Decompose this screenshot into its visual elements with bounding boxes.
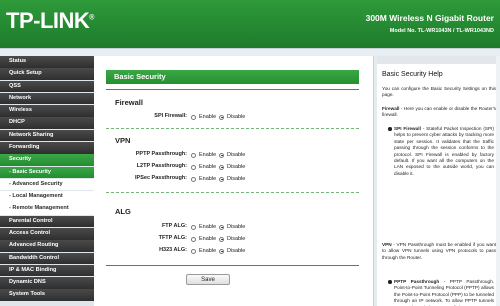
sidebar-item-status[interactable]: Status (0, 56, 94, 68)
ipsec-disable-option[interactable]: Disable (219, 174, 245, 184)
spi-firewall-label: SPI Firewall: (154, 113, 187, 119)
h323-alg-row: H323 ALG: Enable Disable (94, 246, 373, 256)
l2tp-disable-option[interactable]: Disable (219, 162, 245, 172)
sidebar-item-network[interactable]: Network (0, 92, 94, 105)
l2tp-enable-radio[interactable] (191, 164, 196, 170)
product-title: 300M Wireless N Gigabit Router (365, 13, 494, 23)
ftp-alg-enable-option[interactable]: Enable (191, 222, 216, 232)
tftp-alg-row: TFTP ALG: Enable Disable (94, 234, 373, 244)
h323-alg-disable-option[interactable]: Disable (219, 246, 245, 256)
sidebar-item-wireless[interactable]: Wireless (0, 105, 94, 117)
header-stripe (0, 48, 500, 56)
sidebar-item-advanced-security[interactable]: - Advanced Security (0, 178, 94, 191)
ipsec-enable-option[interactable]: Enable (191, 174, 216, 184)
section-divider (106, 89, 359, 90)
pptp-disable-radio[interactable] (219, 152, 224, 158)
help-title: Basic Security Help (382, 71, 443, 78)
sidebar-item-dhcp[interactable]: DHCP (0, 117, 94, 129)
sidebar-item-remote-management[interactable]: - Remote Management (0, 203, 94, 215)
tftp-alg-disable-option[interactable]: Disable (219, 234, 245, 244)
ftp-alg-label: FTP ALG: (161, 223, 187, 229)
vpn-divider (106, 192, 359, 193)
help-scrollbar[interactable] (496, 56, 500, 306)
spi-firewall-enable-radio[interactable] (191, 114, 196, 120)
ftp-alg-disable-option[interactable]: Disable (219, 222, 245, 232)
sidebar-item-network-sharing[interactable]: Network Sharing (0, 129, 94, 142)
pptp-passthrough-label: PPTP Passthrough: (135, 151, 187, 157)
bullet-icon (388, 280, 392, 284)
pptp-disable-option[interactable]: Disable (219, 150, 245, 160)
help-pptp: PPTP Passthrough - PPTP Passthrough. Poi… (388, 279, 494, 306)
ipsec-disable-radio[interactable] (219, 176, 224, 182)
ipsec-passthrough-label: IPSec Passthrough: (135, 175, 187, 181)
l2tp-passthrough-label: L2TP Passthrough: (136, 163, 187, 169)
sidebar-item-parental-control[interactable]: Parental Control (0, 215, 94, 228)
save-button[interactable]: Save (186, 274, 230, 285)
help-spi-firewall: SPI Firewall - Stateful Packet Inspectio… (388, 126, 494, 177)
h323-alg-label: H323 ALG: (159, 247, 187, 253)
h323-alg-enable-option[interactable]: Enable (191, 246, 216, 256)
section-title: Basic Security (106, 70, 359, 84)
firewall-heading: Firewall (115, 98, 143, 107)
pptp-enable-radio[interactable] (191, 152, 196, 158)
vpn-heading: VPN (115, 136, 131, 145)
spi-firewall-disable-option[interactable]: Disable (219, 112, 245, 122)
help-panel: Basic Security Help You can configure th… (377, 56, 500, 306)
ipsec-passthrough-row: IPSec Passthrough: Enable Disable (94, 174, 373, 184)
sidebar-item-qss[interactable]: QSS (0, 80, 94, 93)
ftp-alg-row: FTP ALG: Enable Disable (94, 222, 373, 232)
sidebar-item-basic-security[interactable]: - Basic Security (0, 166, 94, 179)
ftp-alg-disable-radio[interactable] (219, 224, 224, 230)
firewall-divider (106, 128, 359, 129)
sidebar-item-bandwidth-control[interactable]: Bandwidth Control (0, 252, 94, 265)
main-panel: Basic Security Firewall SPI Firewall: En… (94, 56, 373, 306)
tp-link-logo: TP-LINK® (6, 8, 94, 33)
header-banner: TP-LINK® 300M Wireless N Gigabit Router … (0, 0, 500, 48)
help-vpn: VPN - VPN Passthrough must be enabled if… (382, 242, 496, 260)
l2tp-enable-option[interactable]: Enable (191, 162, 216, 172)
spi-firewall-row: SPI Firewall: Enable Disable (94, 112, 373, 122)
l2tp-disable-radio[interactable] (219, 164, 224, 170)
sidebar-item-advanced-routing[interactable]: Advanced Routing (0, 240, 94, 252)
alg-heading: ALG (115, 207, 131, 216)
tftp-alg-label: TFTP ALG: (158, 235, 187, 241)
tftp-alg-enable-option[interactable]: Enable (191, 234, 216, 244)
ipsec-enable-radio[interactable] (191, 176, 196, 182)
spi-firewall-enable-option[interactable]: Enable (191, 112, 216, 122)
sidebar-item-quick-setup[interactable]: Quick Setup (0, 68, 94, 80)
pptp-passthrough-row: PPTP Passthrough: Enable Disable (94, 150, 373, 160)
ftp-alg-enable-radio[interactable] (191, 224, 196, 230)
h323-alg-disable-radio[interactable] (219, 248, 224, 254)
sidebar-item-access-control[interactable]: Access Control (0, 227, 94, 240)
l2tp-passthrough-row: L2TP Passthrough: Enable Disable (94, 162, 373, 172)
help-top-bar (377, 56, 500, 64)
sidebar-item-system-tools[interactable]: System Tools (0, 289, 94, 301)
sidebar-item-forwarding[interactable]: Forwarding (0, 141, 94, 154)
sidebar-item-dynamic-dns[interactable]: Dynamic DNS (0, 277, 94, 289)
model-number: Model No. TL-WR1043N / TL-WR1043ND (389, 28, 494, 34)
sidebar-item-security[interactable]: Security (0, 154, 94, 166)
h323-alg-enable-radio[interactable] (191, 248, 196, 254)
bullet-icon (388, 127, 392, 131)
tftp-alg-disable-radio[interactable] (219, 236, 224, 242)
tftp-alg-enable-radio[interactable] (191, 236, 196, 242)
sidebar-item-ip-mac-binding[interactable]: IP & MAC Binding (0, 264, 94, 277)
spi-firewall-disable-radio[interactable] (219, 114, 224, 120)
sidebar-menu: Status Quick Setup QSS Network Wireless … (0, 56, 94, 306)
sidebar-item-local-management[interactable]: - Local Management (0, 191, 94, 203)
pptp-enable-option[interactable]: Enable (191, 150, 216, 160)
help-intro: You can configure the Basic Security Set… (382, 86, 496, 98)
bottom-divider (106, 265, 359, 266)
help-firewall: Firewall - Here you can enable or disabl… (382, 106, 496, 118)
